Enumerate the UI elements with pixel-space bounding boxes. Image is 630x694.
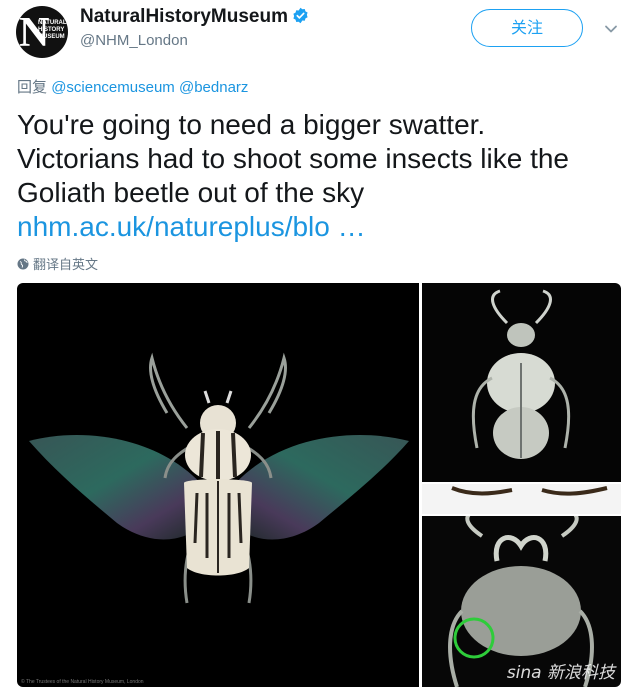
avatar-logo-text-1: NATURAL	[38, 20, 67, 26]
media-grid: © The Trustees of the Natural History Mu…	[17, 283, 621, 687]
beetle-legs-strip[interactable]	[422, 484, 621, 514]
goliath-beetle-photo[interactable]: © The Trustees of the Natural History Mu…	[17, 283, 419, 687]
account-handle[interactable]: @NHM_London	[80, 32, 188, 49]
tweet-text: You're going to need a bigger swatter. V…	[17, 108, 617, 244]
translate-tweet[interactable]: 翻译自英文	[17, 254, 98, 273]
tweet-text-line: Goliath beetle out of the sky	[17, 177, 365, 208]
beetle-xray-photo[interactable]	[422, 283, 621, 482]
mention-link[interactable]: @bednarz	[179, 79, 248, 96]
avatar[interactable]: N NATURAL HISTORY MUSEUM	[16, 6, 68, 58]
beetle-xray-detail-photo[interactable]: sina 新浪科技	[422, 509, 621, 687]
follow-button[interactable]: 关注	[471, 9, 583, 47]
xray-illustration	[471, 289, 571, 459]
tweet-header: N NATURAL HISTORY MUSEUM NaturalHistoryM…	[0, 0, 630, 70]
watermark-logo: sina 新浪科技	[506, 663, 615, 683]
globe-icon	[17, 258, 29, 270]
legs-illustration	[451, 486, 608, 496]
avatar-logo-text-3: MUSEUM	[38, 34, 65, 40]
verified-badge-icon	[293, 7, 308, 24]
avatar-logo-letter: N	[19, 10, 50, 56]
tweet-link[interactable]: nhm.ac.uk/natureplus/blo …	[17, 210, 617, 244]
avatar-logo-text-2: HISTORY	[38, 27, 65, 33]
translate-label: 翻译自英文	[33, 257, 99, 272]
reply-prefix: 回复	[17, 79, 48, 96]
chevron-down-icon[interactable]	[604, 22, 618, 36]
photo-credit: © The Trustees of the Natural History Mu…	[21, 679, 144, 685]
beetle-illustration	[29, 352, 409, 604]
tweet-text-line: Victorians had to shoot some insects lik…	[17, 143, 570, 174]
display-name[interactable]: NaturalHistoryMuseum	[80, 6, 309, 28]
reply-context: 回复 @sciencemuseum @bednarz	[17, 76, 248, 97]
tweet-text-line: You're going to need a bigger swatter.	[17, 109, 486, 140]
mention-link[interactable]: @sciencemuseum	[51, 79, 175, 96]
display-name-text: NaturalHistoryMuseum	[80, 6, 288, 27]
